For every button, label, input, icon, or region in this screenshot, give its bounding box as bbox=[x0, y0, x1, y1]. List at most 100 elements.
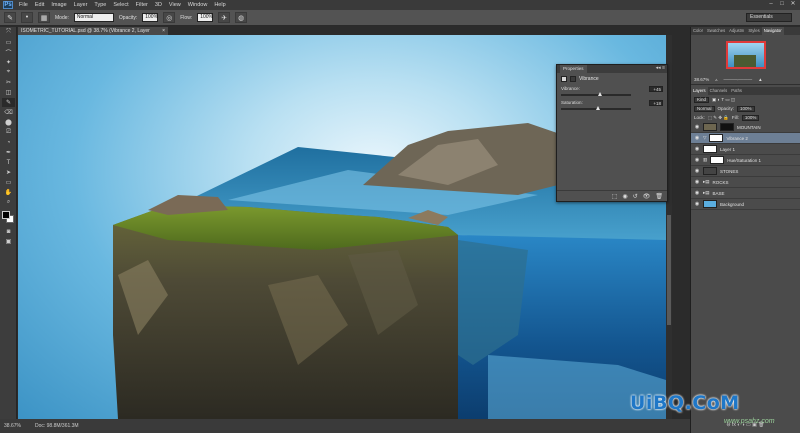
flow-field[interactable]: 100% bbox=[197, 13, 214, 22]
layer-opacity-field[interactable]: 100% bbox=[737, 105, 755, 112]
tab-swatches[interactable]: Swatches bbox=[705, 27, 727, 35]
pressure-opacity-icon[interactable]: ◎ bbox=[163, 12, 176, 23]
navigator-preview[interactable] bbox=[725, 41, 766, 69]
visibility-eye-icon[interactable]: ◉ bbox=[694, 157, 700, 163]
visibility-eye-icon[interactable]: ◉ bbox=[694, 168, 700, 174]
saturation-slider-thumb[interactable] bbox=[596, 106, 601, 110]
brush-size-icon[interactable]: • bbox=[21, 12, 33, 23]
visibility-eye-icon[interactable]: ◉ bbox=[694, 201, 700, 207]
eraser-tool-icon[interactable]: ⌫ bbox=[2, 108, 15, 117]
shape-tool-icon[interactable]: ▭ bbox=[2, 178, 15, 187]
menu-file[interactable]: File bbox=[19, 2, 28, 8]
stamp-tool-icon[interactable]: ⎚ bbox=[2, 128, 15, 137]
delete-icon[interactable]: 🗑 bbox=[655, 193, 663, 200]
healing-tool-icon[interactable]: ◫ bbox=[2, 88, 15, 97]
filter-icons[interactable]: ▣ ◐ T ▭ ◫ bbox=[712, 97, 735, 103]
gradient-tool-icon[interactable]: ⬤ bbox=[2, 118, 15, 127]
slice-tool-icon[interactable]: ✂ bbox=[2, 78, 15, 87]
layer-name[interactable]: ROCKS bbox=[713, 180, 729, 185]
maximize-icon[interactable]: □ bbox=[778, 1, 786, 8]
menu-filter[interactable]: Filter bbox=[136, 2, 148, 8]
screen-mode-icon[interactable]: ▣ bbox=[2, 237, 15, 246]
tab-channels[interactable]: Channels bbox=[708, 87, 730, 95]
tab-navigator[interactable]: Navigator bbox=[761, 27, 784, 35]
marquee-tool-icon[interactable]: ▭ bbox=[2, 38, 15, 47]
layer-row[interactable]: ◉ ▸▤ BASE bbox=[691, 188, 800, 199]
menu-type[interactable]: Type bbox=[94, 2, 106, 8]
quick-mask-icon[interactable]: ◙ bbox=[2, 227, 15, 236]
menu-layer[interactable]: Layer bbox=[74, 2, 88, 8]
visibility-eye-icon[interactable]: ◉ bbox=[694, 190, 700, 196]
fill-field[interactable]: 100% bbox=[741, 114, 760, 121]
visibility-eye-icon[interactable]: ◉ bbox=[694, 179, 700, 185]
minimize-icon[interactable]: – bbox=[767, 1, 775, 8]
pen-tool-icon[interactable]: ✒ bbox=[2, 148, 15, 157]
close-document-icon[interactable]: × bbox=[162, 27, 165, 35]
layer-name[interactable]: BASE bbox=[713, 191, 725, 196]
tab-paths[interactable]: Paths bbox=[729, 87, 744, 95]
visibility-icon[interactable]: 👁 bbox=[643, 193, 651, 200]
pressure-size-icon[interactable]: ◍ bbox=[235, 12, 248, 23]
magic-wand-tool-icon[interactable]: ✦ bbox=[2, 58, 15, 67]
zoom-level[interactable]: 38.67% bbox=[4, 423, 21, 429]
menu-edit[interactable]: Edit bbox=[35, 2, 44, 8]
saturation-slider[interactable] bbox=[561, 106, 631, 110]
mode-select[interactable]: Normal bbox=[73, 13, 114, 22]
menu-window[interactable]: Window bbox=[188, 2, 208, 8]
view-previous-icon[interactable]: ◉ bbox=[622, 193, 627, 200]
brush-tool-icon[interactable]: ✎ bbox=[2, 98, 15, 107]
layer-name[interactable]: MOUNTAIN bbox=[737, 125, 761, 130]
move-tool-icon[interactable]: ⤧ bbox=[2, 28, 15, 37]
visibility-eye-icon[interactable]: ◉ bbox=[694, 135, 700, 141]
workspace-select[interactable]: Essentials bbox=[746, 13, 792, 22]
document-tab[interactable]: ISOMETRIC_TUTORIAL.psd @ 38.7% (Vibrance… bbox=[18, 27, 168, 42]
panel-menu-icon[interactable]: ◂◂ ≡ bbox=[656, 65, 665, 71]
brush-panel-icon[interactable]: ▦ bbox=[38, 12, 50, 23]
tab-color[interactable]: Color bbox=[691, 27, 705, 35]
mask-icon[interactable] bbox=[570, 75, 576, 82]
kind-filter-select[interactable]: Kind bbox=[694, 96, 710, 103]
layer-name[interactable]: Background bbox=[720, 202, 744, 207]
vibrance-value[interactable]: +45 bbox=[649, 86, 663, 92]
layer-name[interactable]: STONES bbox=[720, 169, 738, 174]
layer-name[interactable]: Vibrance 2 bbox=[726, 136, 747, 141]
visibility-eye-icon[interactable]: ◉ bbox=[694, 146, 700, 152]
zoom-in-icon[interactable]: ▲ bbox=[758, 77, 762, 82]
saturation-value[interactable]: +18 bbox=[649, 100, 663, 106]
menu-view[interactable]: View bbox=[169, 2, 181, 8]
airbrush-icon[interactable]: ✈ bbox=[218, 12, 231, 23]
layer-row[interactable]: ◉ Layer 1 bbox=[691, 144, 800, 155]
color-swatches[interactable] bbox=[1, 210, 15, 224]
tab-layers[interactable]: Layers bbox=[691, 87, 708, 95]
foreground-color-swatch[interactable] bbox=[2, 211, 10, 219]
menu-3d[interactable]: 3D bbox=[155, 2, 162, 8]
opacity-field[interactable]: 100% bbox=[142, 13, 159, 22]
blend-mode-select[interactable]: Normal bbox=[694, 105, 715, 112]
close-icon[interactable]: ✕ bbox=[789, 1, 797, 8]
menu-select[interactable]: Select bbox=[113, 2, 128, 8]
tab-styles[interactable]: Styles bbox=[746, 27, 761, 35]
hand-tool-icon[interactable]: ✋ bbox=[2, 188, 15, 197]
lock-icons[interactable]: ⬚ ✎ ✥ 🔒 bbox=[708, 115, 729, 121]
zoom-tool-icon[interactable]: ⌕ bbox=[2, 198, 15, 207]
scrollbar-thumb[interactable] bbox=[667, 215, 671, 325]
layer-row[interactable]: ◉ ▸▤ ROCKS bbox=[691, 177, 800, 188]
layer-row[interactable]: ◉ ▥ Hue/Saturation 1 bbox=[691, 155, 800, 166]
layer-row[interactable]: ◉ STONES bbox=[691, 166, 800, 177]
visibility-eye-icon[interactable]: ◉ bbox=[694, 124, 700, 130]
crop-tool-icon[interactable]: ⌖ bbox=[2, 68, 15, 77]
dodge-tool-icon[interactable]: ◔ bbox=[2, 138, 15, 147]
tab-adjustments[interactable]: Adjustm bbox=[727, 27, 746, 35]
navigator-zoom-value[interactable]: 38.67% bbox=[694, 77, 709, 82]
layer-name[interactable]: Layer 1 bbox=[720, 147, 735, 152]
type-tool-icon[interactable]: T bbox=[2, 158, 15, 167]
vibrance-slider[interactable] bbox=[561, 92, 631, 96]
layer-row[interactable]: ◉ ▽ Vibrance 2 bbox=[691, 133, 800, 144]
zoom-slider[interactable]: ———◦——— bbox=[724, 77, 753, 82]
menu-image[interactable]: Image bbox=[51, 2, 66, 8]
path-selection-tool-icon[interactable]: ➤ bbox=[2, 168, 15, 177]
zoom-out-icon[interactable]: ▵ bbox=[715, 77, 717, 83]
layer-row[interactable]: ◉ Background bbox=[691, 199, 800, 210]
clip-layer-icon[interactable]: ⬚ bbox=[612, 193, 618, 200]
brush-preset-icon[interactable]: ✎ bbox=[4, 12, 16, 23]
